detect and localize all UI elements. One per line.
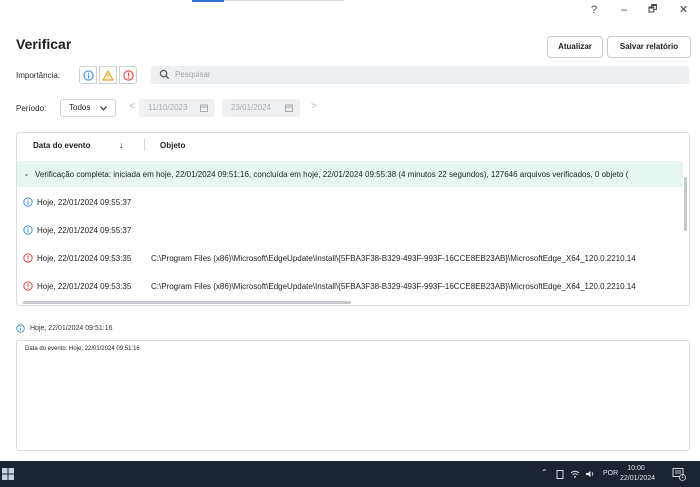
- date-from-field[interactable]: 11/10/2023: [139, 99, 215, 117]
- clock-time: 10:00: [627, 465, 645, 472]
- event-details-text: Data do evento: Hoje, 22/01/2024 09:51:1…: [25, 346, 140, 352]
- next-period-button[interactable]: >: [311, 101, 317, 112]
- calendar-icon: [200, 104, 208, 112]
- language-indicator[interactable]: POR: [603, 470, 618, 477]
- search-icon: [159, 69, 170, 80]
- previous-period-button[interactable]: <: [129, 101, 135, 112]
- table-row[interactable]: Hoje, 22/01/2024 09:55:37: [17, 189, 683, 215]
- help-button[interactable]: ?: [591, 3, 597, 17]
- taskbar: ⌃ POR 10:00 22/01/2024 1: [0, 461, 700, 487]
- restore-button[interactable]: 🗗: [648, 3, 657, 17]
- date-to-field[interactable]: 23/01/2024: [222, 99, 300, 117]
- chevron-up-icon[interactable]: ⌃: [541, 468, 548, 477]
- table-row[interactable]: Hoje, 22/01/2024 09:53:35 C:\Program Fil…: [17, 273, 683, 299]
- filter-error-toggle[interactable]: [119, 66, 137, 84]
- event-date: Hoje, 22/01/2024 09:53:35: [37, 282, 132, 291]
- table-row[interactable]: Hoje, 22/01/2024 09:53:35 C:\Program Fil…: [17, 245, 683, 271]
- tab-strip: [224, 0, 344, 1]
- chevron-down-icon[interactable]: ⌄: [23, 169, 30, 178]
- chevron-down-icon: [100, 106, 107, 111]
- event-object: C:\Program Files (x86)\Microsoft\EdgeUpd…: [151, 254, 636, 263]
- warning-icon: [102, 69, 114, 81]
- device-icon[interactable]: [556, 470, 564, 479]
- event-date: Hoje, 22/01/2024 09:55:37: [37, 198, 132, 207]
- importance-label: Importância:: [16, 71, 61, 80]
- page-title: Verificar: [16, 36, 72, 52]
- clock[interactable]: 10:00 22/01/2024: [620, 464, 656, 484]
- date-from-value: 11/10/2023: [148, 103, 188, 112]
- event-object: C:\Program Files (x86)\Microsoft\EdgeUpd…: [151, 282, 636, 291]
- wifi-icon[interactable]: [570, 470, 580, 478]
- detail-heading-text: Hoje, 22/01/2024 09:51:16: [30, 325, 113, 332]
- title-bar: ? – 🗗 ✕: [0, 0, 700, 22]
- group-summary: Verificação completa: iniciada em hoje, …: [35, 170, 629, 179]
- sort-arrow-icon[interactable]: ↓: [119, 140, 124, 150]
- info-icon: [82, 69, 94, 81]
- event-details-panel[interactable]: Data do evento: Hoje, 22/01/2024 09:51:1…: [16, 340, 690, 451]
- event-date: Hoje, 22/01/2024 09:55:37: [37, 226, 132, 235]
- column-header-object[interactable]: Objeto: [160, 141, 185, 150]
- date-to-value: 23/01/2024: [231, 103, 272, 112]
- table-row[interactable]: Hoje, 22/01/2024 09:55:37: [17, 217, 683, 243]
- table-header: Data do evento ↓ Objeto: [17, 133, 689, 157]
- minimize-button[interactable]: –: [621, 3, 627, 17]
- table-group-row[interactable]: ⌄ Verificação completa: iniciada em hoje…: [17, 161, 683, 187]
- error-icon: [122, 69, 134, 81]
- period-value: Todos: [69, 103, 91, 112]
- refresh-button[interactable]: Atualizar: [547, 36, 603, 58]
- column-divider[interactable]: [144, 139, 145, 151]
- windows-logo-icon: [2, 468, 14, 480]
- info-icon: [23, 225, 33, 235]
- period-dropdown[interactable]: Todos: [60, 99, 116, 117]
- search-input[interactable]: Pesquisar: [151, 66, 689, 84]
- column-header-date[interactable]: Data do evento: [33, 141, 90, 150]
- info-icon: [16, 324, 25, 333]
- error-icon: [23, 281, 33, 291]
- filter-warning-toggle[interactable]: [99, 66, 117, 84]
- volume-icon[interactable]: [585, 470, 595, 478]
- period-label: Período:: [16, 104, 47, 113]
- events-table: Data do evento ↓ Objeto ⌄ Verificação co…: [16, 132, 690, 306]
- info-icon: [23, 197, 33, 207]
- tab-indicator: [192, 0, 224, 2]
- start-button[interactable]: [0, 461, 16, 487]
- vertical-scrollbar[interactable]: [684, 177, 687, 231]
- close-button[interactable]: ✕: [679, 3, 688, 17]
- search-placeholder: Pesquisar: [175, 70, 211, 79]
- horizontal-scrollbar[interactable]: [23, 301, 351, 304]
- notification-count: 1: [681, 474, 684, 480]
- save-report-button[interactable]: Salvar relatório: [607, 36, 691, 58]
- clock-date: 22/01/2024: [620, 475, 656, 482]
- notification-center-button[interactable]: 1: [672, 467, 686, 486]
- calendar-icon: [285, 104, 293, 112]
- error-icon: [23, 253, 33, 263]
- filter-info-toggle[interactable]: [79, 66, 97, 84]
- event-date: Hoje, 22/01/2024 09:53:35: [37, 254, 132, 263]
